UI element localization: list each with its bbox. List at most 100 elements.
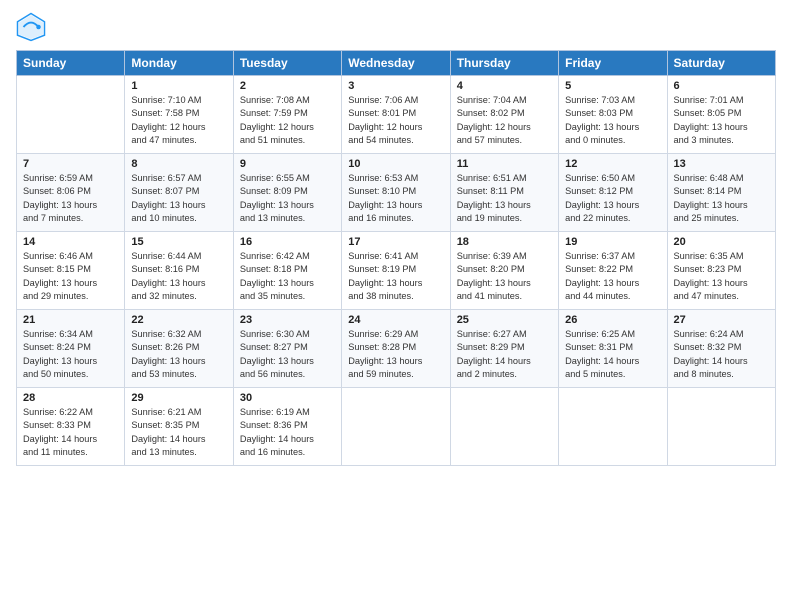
day-info: Sunrise: 6:29 AMSunset: 8:28 PMDaylight:… bbox=[348, 328, 443, 381]
day-info: Sunrise: 6:44 AMSunset: 8:16 PMDaylight:… bbox=[131, 250, 226, 303]
day-info: Sunrise: 6:48 AMSunset: 8:14 PMDaylight:… bbox=[674, 172, 769, 225]
day-cell: 13Sunrise: 6:48 AMSunset: 8:14 PMDayligh… bbox=[667, 154, 775, 232]
week-row-5: 28 Sunrise: 6:22 AMSunset: 8:33 PMDayligh… bbox=[17, 388, 776, 466]
day-cell: 26 Sunrise: 6:25 AMSunset: 8:31 PMDayligh… bbox=[559, 310, 667, 388]
day-info: Sunrise: 7:10 AMSunset: 7:58 PMDaylight:… bbox=[131, 94, 226, 147]
day-number: 5 bbox=[565, 80, 660, 92]
day-cell: 17 Sunrise: 6:41 AMSunset: 8:19 PMDayligh… bbox=[342, 232, 450, 310]
day-cell: 15 Sunrise: 6:44 AMSunset: 8:16 PMDayligh… bbox=[125, 232, 233, 310]
day-cell: 6Sunrise: 7:01 AMSunset: 8:05 PMDaylight… bbox=[667, 76, 775, 154]
day-cell: 11 Sunrise: 6:51 AMSunset: 8:11 PMDayligh… bbox=[450, 154, 558, 232]
day-info: Sunrise: 7:06 AMSunset: 8:01 PMDaylight:… bbox=[348, 94, 443, 147]
day-info: Sunrise: 6:30 AMSunset: 8:27 PMDaylight:… bbox=[240, 328, 335, 381]
day-info: Sunrise: 6:53 AMSunset: 8:10 PMDaylight:… bbox=[348, 172, 443, 225]
day-cell bbox=[450, 388, 558, 466]
day-number: 23 bbox=[240, 314, 335, 326]
day-cell: 30 Sunrise: 6:19 AMSunset: 8:36 PMDayligh… bbox=[233, 388, 341, 466]
day-info: Sunrise: 7:08 AMSunset: 7:59 PMDaylight:… bbox=[240, 94, 335, 147]
calendar-table: SundayMondayTuesdayWednesdayThursdayFrid… bbox=[16, 50, 776, 466]
day-info: Sunrise: 6:19 AMSunset: 8:36 PMDaylight:… bbox=[240, 406, 335, 459]
day-cell: 25Sunrise: 6:27 AMSunset: 8:29 PMDayligh… bbox=[450, 310, 558, 388]
day-cell bbox=[667, 388, 775, 466]
day-info: Sunrise: 6:55 AMSunset: 8:09 PMDaylight:… bbox=[240, 172, 335, 225]
day-info: Sunrise: 6:42 AMSunset: 8:18 PMDaylight:… bbox=[240, 250, 335, 303]
day-number: 26 bbox=[565, 314, 660, 326]
day-info: Sunrise: 6:25 AMSunset: 8:31 PMDaylight:… bbox=[565, 328, 660, 381]
day-cell: 28 Sunrise: 6:22 AMSunset: 8:33 PMDayligh… bbox=[17, 388, 125, 466]
day-cell bbox=[342, 388, 450, 466]
day-number: 24 bbox=[348, 314, 443, 326]
day-number: 7 bbox=[23, 158, 118, 170]
day-cell: 10 Sunrise: 6:53 AMSunset: 8:10 PMDayligh… bbox=[342, 154, 450, 232]
week-row-2: 7 Sunrise: 6:59 AMSunset: 8:06 PMDaylight… bbox=[17, 154, 776, 232]
col-header-sunday: Sunday bbox=[17, 51, 125, 76]
day-number: 18 bbox=[457, 236, 552, 248]
day-cell: 20 Sunrise: 6:35 AMSunset: 8:23 PMDayligh… bbox=[667, 232, 775, 310]
day-number: 4 bbox=[457, 80, 552, 92]
day-number: 16 bbox=[240, 236, 335, 248]
day-number: 27 bbox=[674, 314, 769, 326]
day-info: Sunrise: 6:37 AMSunset: 8:22 PMDaylight:… bbox=[565, 250, 660, 303]
day-number: 1 bbox=[131, 80, 226, 92]
day-info: Sunrise: 7:01 AMSunset: 8:05 PMDaylight:… bbox=[674, 94, 769, 147]
day-number: 19 bbox=[565, 236, 660, 248]
week-row-4: 21Sunrise: 6:34 AMSunset: 8:24 PMDayligh… bbox=[17, 310, 776, 388]
day-cell: 22 Sunrise: 6:32 AMSunset: 8:26 PMDayligh… bbox=[125, 310, 233, 388]
day-number: 30 bbox=[240, 392, 335, 404]
day-cell: 7 Sunrise: 6:59 AMSunset: 8:06 PMDaylight… bbox=[17, 154, 125, 232]
logo bbox=[16, 12, 50, 42]
day-number: 20 bbox=[674, 236, 769, 248]
day-info: Sunrise: 6:21 AMSunset: 8:35 PMDaylight:… bbox=[131, 406, 226, 459]
day-cell: 29 Sunrise: 6:21 AMSunset: 8:35 PMDayligh… bbox=[125, 388, 233, 466]
day-number: 2 bbox=[240, 80, 335, 92]
day-info: Sunrise: 6:50 AMSunset: 8:12 PMDaylight:… bbox=[565, 172, 660, 225]
day-number: 10 bbox=[348, 158, 443, 170]
day-info: Sunrise: 6:46 AMSunset: 8:15 PMDaylight:… bbox=[23, 250, 118, 303]
day-cell: 9 Sunrise: 6:55 AMSunset: 8:09 PMDaylight… bbox=[233, 154, 341, 232]
col-header-friday: Friday bbox=[559, 51, 667, 76]
page: SundayMondayTuesdayWednesdayThursdayFrid… bbox=[0, 0, 792, 612]
day-number: 22 bbox=[131, 314, 226, 326]
day-info: Sunrise: 7:04 AMSunset: 8:02 PMDaylight:… bbox=[457, 94, 552, 147]
day-number: 3 bbox=[348, 80, 443, 92]
day-cell: 8Sunrise: 6:57 AMSunset: 8:07 PMDaylight… bbox=[125, 154, 233, 232]
column-headers: SundayMondayTuesdayWednesdayThursdayFrid… bbox=[17, 51, 776, 76]
header bbox=[16, 12, 776, 42]
day-number: 17 bbox=[348, 236, 443, 248]
day-cell: 2 Sunrise: 7:08 AMSunset: 7:59 PMDaylight… bbox=[233, 76, 341, 154]
day-info: Sunrise: 6:57 AMSunset: 8:07 PMDaylight:… bbox=[131, 172, 226, 225]
col-header-wednesday: Wednesday bbox=[342, 51, 450, 76]
day-info: Sunrise: 6:39 AMSunset: 8:20 PMDaylight:… bbox=[457, 250, 552, 303]
day-cell: 24 Sunrise: 6:29 AMSunset: 8:28 PMDayligh… bbox=[342, 310, 450, 388]
day-cell: 3 Sunrise: 7:06 AMSunset: 8:01 PMDaylight… bbox=[342, 76, 450, 154]
day-cell: 21Sunrise: 6:34 AMSunset: 8:24 PMDayligh… bbox=[17, 310, 125, 388]
logo-icon bbox=[16, 12, 46, 42]
day-cell: 12 Sunrise: 6:50 AMSunset: 8:12 PMDayligh… bbox=[559, 154, 667, 232]
day-number: 12 bbox=[565, 158, 660, 170]
day-info: Sunrise: 6:35 AMSunset: 8:23 PMDaylight:… bbox=[674, 250, 769, 303]
day-info: Sunrise: 6:51 AMSunset: 8:11 PMDaylight:… bbox=[457, 172, 552, 225]
day-number: 14 bbox=[23, 236, 118, 248]
day-number: 28 bbox=[23, 392, 118, 404]
day-cell: 23 Sunrise: 6:30 AMSunset: 8:27 PMDayligh… bbox=[233, 310, 341, 388]
week-row-1: 1 Sunrise: 7:10 AMSunset: 7:58 PMDaylight… bbox=[17, 76, 776, 154]
day-number: 15 bbox=[131, 236, 226, 248]
col-header-tuesday: Tuesday bbox=[233, 51, 341, 76]
day-cell: 19 Sunrise: 6:37 AMSunset: 8:22 PMDayligh… bbox=[559, 232, 667, 310]
day-number: 9 bbox=[240, 158, 335, 170]
col-header-monday: Monday bbox=[125, 51, 233, 76]
day-info: Sunrise: 6:41 AMSunset: 8:19 PMDaylight:… bbox=[348, 250, 443, 303]
day-info: Sunrise: 6:59 AMSunset: 8:06 PMDaylight:… bbox=[23, 172, 118, 225]
day-info: Sunrise: 6:32 AMSunset: 8:26 PMDaylight:… bbox=[131, 328, 226, 381]
day-cell: 16 Sunrise: 6:42 AMSunset: 8:18 PMDayligh… bbox=[233, 232, 341, 310]
col-header-thursday: Thursday bbox=[450, 51, 558, 76]
day-info: Sunrise: 6:24 AMSunset: 8:32 PMDaylight:… bbox=[674, 328, 769, 381]
day-cell: 1 Sunrise: 7:10 AMSunset: 7:58 PMDaylight… bbox=[125, 76, 233, 154]
day-cell: 18 Sunrise: 6:39 AMSunset: 8:20 PMDayligh… bbox=[450, 232, 558, 310]
day-number: 29 bbox=[131, 392, 226, 404]
day-number: 11 bbox=[457, 158, 552, 170]
day-info: Sunrise: 7:03 AMSunset: 8:03 PMDaylight:… bbox=[565, 94, 660, 147]
day-info: Sunrise: 6:22 AMSunset: 8:33 PMDaylight:… bbox=[23, 406, 118, 459]
col-header-saturday: Saturday bbox=[667, 51, 775, 76]
day-number: 25 bbox=[457, 314, 552, 326]
